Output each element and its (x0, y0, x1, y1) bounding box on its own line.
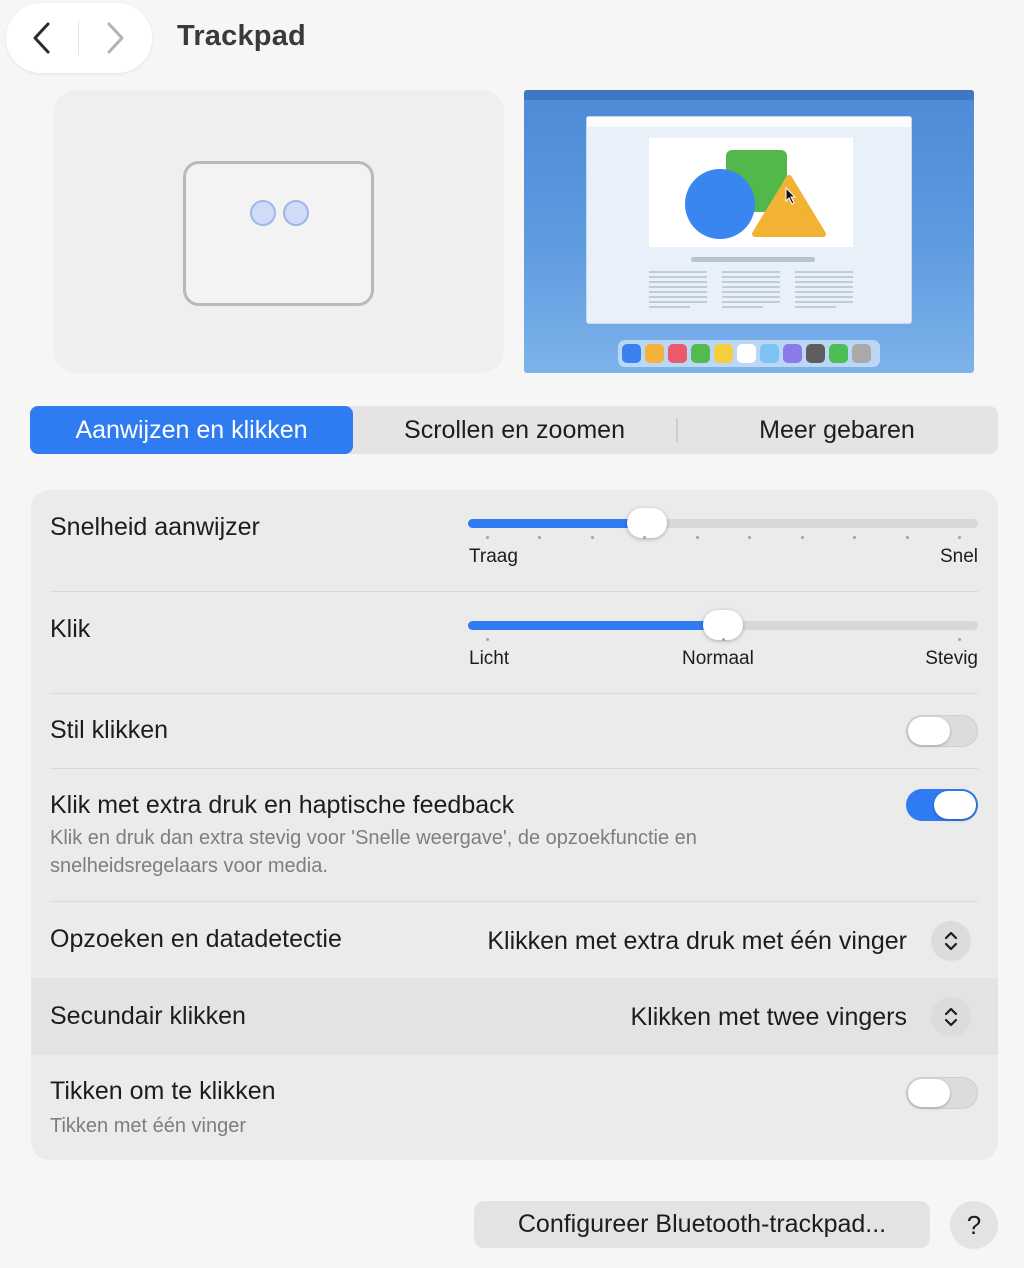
slider-tick (958, 536, 961, 539)
tap-to-click-toggle[interactable] (906, 1077, 978, 1109)
slider-tick (643, 536, 647, 539)
silent-click-toggle[interactable] (906, 715, 978, 747)
slider-knob[interactable] (626, 508, 667, 538)
page-title: Trackpad (177, 20, 306, 52)
slider-tick (958, 638, 961, 641)
shapes-illustration (685, 150, 826, 239)
slider-knob[interactable] (703, 610, 743, 640)
click-firm-label: Stevig (925, 648, 978, 669)
lookup-popup-value[interactable]: Klikken met extra druk met één vinger (487, 927, 907, 956)
secondary-click-popup-value[interactable]: Klikken met twee vingers (630, 1003, 907, 1032)
toggle-knob (934, 791, 976, 819)
dock-app-icon (737, 344, 756, 363)
slider-tick (853, 536, 857, 539)
lookup-row: Opzoeken en datadetectie Klikken met ext… (31, 902, 998, 978)
help-button[interactable]: ? (950, 1201, 998, 1249)
force-click-row: Klik met extra druk en haptische feedbac… (31, 769, 998, 901)
menu-bar-illustration (524, 90, 974, 100)
pointer-speed-slider[interactable] (468, 508, 978, 538)
tab-scrollen-en-zoomen[interactable]: Scrollen en zoomen (353, 406, 676, 454)
screen-preview (524, 90, 974, 373)
slider-fill (468, 519, 647, 528)
toggle-knob (908, 717, 950, 745)
dock-app-icon (645, 344, 664, 363)
force-click-toggle[interactable] (906, 789, 978, 821)
pointer-speed-label: Snelheid aanwijzer (50, 513, 260, 541)
finger-dot (250, 200, 276, 226)
dock-app-icon (806, 344, 825, 363)
secondary-click-row: Secundair klikken Klikken met twee vinge… (31, 978, 998, 1055)
slider-tick (800, 536, 804, 539)
window-titlebar-illustration (587, 117, 911, 127)
tab-aanwijzen-en-klikken[interactable]: Aanwijzen en klikken (30, 406, 353, 454)
dock-app-icon (622, 344, 641, 363)
slider-tick (590, 536, 594, 539)
slider-tick (695, 536, 699, 539)
silent-click-row: Stil klikken (31, 694, 998, 768)
slider-tick (486, 536, 489, 539)
text-column-illustration (795, 271, 853, 311)
slider-min-label: Traag (469, 546, 518, 567)
chevron-right-icon (107, 22, 124, 54)
chevron-left-icon (33, 22, 50, 54)
click-firmness-slider[interactable] (468, 610, 978, 640)
trackpad-gesture-preview (54, 90, 504, 373)
up-down-chevron-icon (944, 931, 958, 951)
up-down-chevron-icon (944, 1007, 958, 1027)
configure-bluetooth-trackpad-button[interactable]: Configureer Bluetooth-trackpad... (474, 1201, 930, 1248)
lookup-popup-button[interactable] (931, 921, 971, 961)
lookup-label: Opzoeken en datadetectie (50, 925, 342, 953)
dock-app-icon (691, 344, 710, 363)
dock-app-icon (668, 344, 687, 363)
silent-click-label: Stil klikken (50, 716, 169, 744)
slider-tick (538, 536, 542, 539)
slider-tick (905, 536, 909, 539)
tap-to-click-label: Tikken om te klikken (50, 1077, 276, 1105)
forward-button[interactable] (79, 3, 151, 73)
slider-max-label: Snel (939, 546, 978, 567)
caption-bar-illustration (691, 257, 815, 262)
slider-fill (468, 621, 723, 630)
dock-app-icon (714, 344, 733, 363)
toggle-knob (908, 1079, 950, 1107)
dock-app-icon (760, 344, 779, 363)
back-button[interactable] (6, 3, 78, 73)
click-normal-label: Normaal (682, 648, 754, 669)
shapes-canvas-illustration (649, 138, 853, 247)
secondary-click-popup-button[interactable] (931, 997, 971, 1037)
dock-app-icon (783, 344, 802, 363)
force-click-label: Klik met extra druk en haptische feedbac… (50, 791, 515, 819)
click-label: Klik (50, 615, 91, 643)
click-row: Klik Licht Normaal Stevig (31, 592, 998, 693)
trackpad-illustration (183, 161, 374, 306)
dock-app-icon (852, 344, 871, 363)
slider-tick (722, 638, 725, 641)
tap-to-click-description: Tikken met één vinger (50, 1115, 247, 1137)
settings-panel: Snelheid aanwijzer Traag Snel Klik Licht… (31, 490, 998, 1160)
dock-illustration (618, 340, 880, 367)
window-illustration (586, 116, 912, 324)
text-column-illustration (649, 271, 707, 311)
secondary-click-label: Secundair klikken (50, 1002, 246, 1030)
trackpad-settings-window: Trackpad Aanwijzen en klikken Scrollen e… (0, 0, 1024, 1268)
slider-tick (748, 536, 752, 539)
tab-meer-gebaren[interactable]: Meer gebaren (676, 406, 998, 454)
force-click-description: Klik en druk dan extra stevig voor 'Snel… (50, 827, 697, 877)
pointer-speed-row: Snelheid aanwijzer Traag Snel (31, 490, 998, 591)
slider-tick (486, 638, 489, 641)
navigation-buttons (6, 3, 152, 73)
tab-bar: Aanwijzen en klikken Scrollen en zoomen … (30, 406, 998, 454)
tap-to-click-row: Tikken om te klikken Tikken met één ving… (31, 1055, 998, 1160)
finger-dot (283, 200, 309, 226)
text-column-illustration (722, 271, 780, 311)
dock-app-icon (829, 344, 848, 363)
click-light-label: Licht (469, 648, 510, 669)
